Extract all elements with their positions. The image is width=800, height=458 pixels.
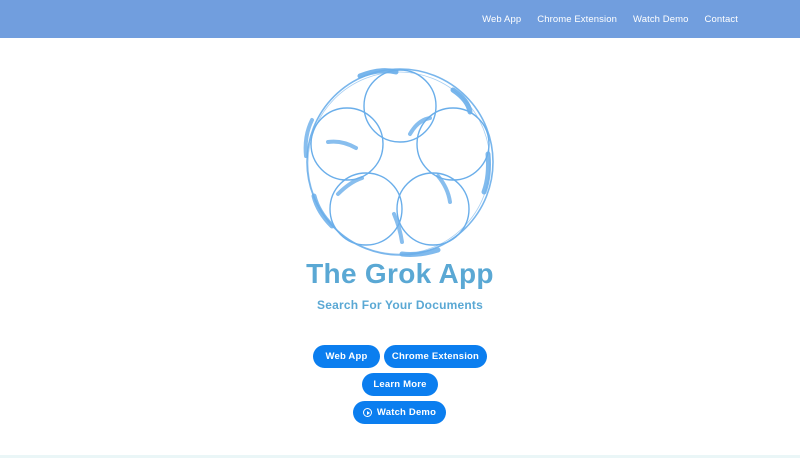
learn-more-button-label: Learn More xyxy=(373,379,427,390)
play-circle-icon xyxy=(362,408,372,417)
app-title: The Grok App xyxy=(306,258,494,289)
watch-demo-button[interactable]: Watch Demo xyxy=(353,401,446,424)
nav-link-web-app[interactable]: Web App xyxy=(482,14,521,25)
web-app-button-label: Web App xyxy=(325,351,368,362)
app-subtitle: Search For Your Documents xyxy=(317,298,483,312)
nav-link-chrome-extension[interactable]: Chrome Extension xyxy=(537,14,617,25)
watch-demo-button-label: Watch Demo xyxy=(376,407,437,418)
web-app-button[interactable]: Web App xyxy=(313,345,380,368)
nav-link-watch-demo[interactable]: Watch Demo xyxy=(633,14,689,25)
nav-links: Web App Chrome Extension Watch Demo Cont… xyxy=(482,0,738,38)
chrome-extension-button-label: Chrome Extension xyxy=(391,351,480,362)
grok-logo xyxy=(303,68,494,257)
learn-more-button[interactable]: Learn More xyxy=(362,373,438,396)
nav-link-contact[interactable]: Contact xyxy=(705,14,738,25)
chrome-extension-button[interactable]: Chrome Extension xyxy=(384,345,487,368)
top-navbar: Web App Chrome Extension Watch Demo Cont… xyxy=(0,0,800,38)
